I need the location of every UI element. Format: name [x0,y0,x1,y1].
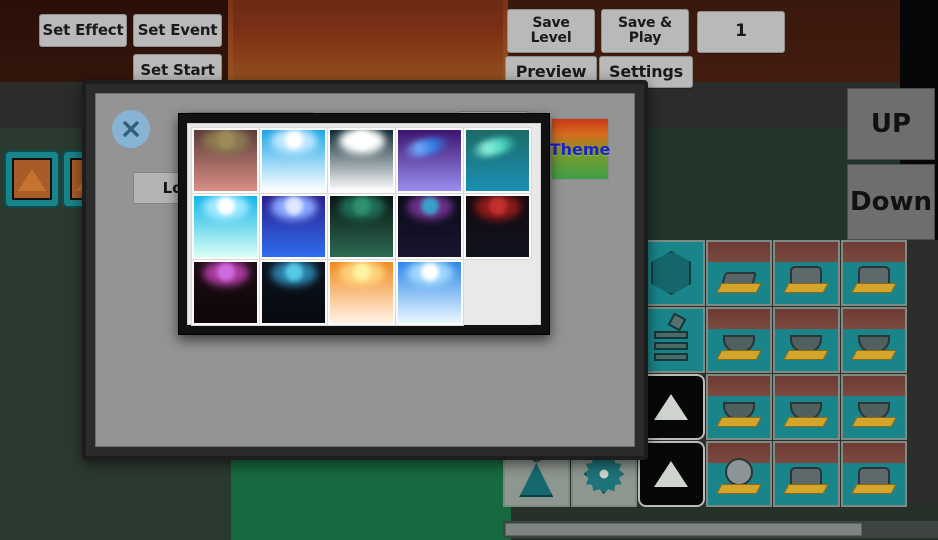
theme-picker-grid [191,127,536,326]
level-number-button[interactable]: 1 [697,11,785,53]
sky-orb-icon [284,130,303,149]
up-arrow-tool-b-icon [640,443,703,505]
theme-thumb-deep-violet-night[interactable] [395,193,464,260]
sky-edge-strip-left [228,0,233,82]
editor-screen: Set Effect Set Event Set Start Save Leve… [0,0,938,540]
tool-rock-scenery-b[interactable] [840,240,907,306]
theme-picker-frame [187,123,541,326]
horizontal-scrollbar-thumb[interactable] [505,523,862,536]
tool-bowl-scenery-d[interactable] [705,374,772,440]
sky-orb-icon [284,262,303,281]
sky-orb-icon [352,196,371,215]
bowl-scenery-f-icon [843,376,906,438]
theme-picker-popup [178,113,550,335]
sky-orb-icon [216,262,235,281]
rock-scenery-d-icon [843,443,906,505]
theme-thumb-white-fog[interactable] [327,127,396,194]
aurora-streak-icon [468,132,519,161]
save-and-play-button[interactable]: Save & Play [601,9,689,53]
theme-thumb-purple-aurora[interactable] [395,127,464,194]
save-level-line2: Level [530,30,572,46]
sky-orb-icon [420,196,439,215]
green-floor [231,455,511,540]
bowl-scenery-c-icon [843,309,906,371]
theme-thumb-orange-sunset[interactable] [327,259,396,326]
aurora-streak-icon [400,132,451,161]
tool-bowl-scenery[interactable] [705,307,772,373]
bowl-scenery-e-icon [775,376,838,438]
tool-rock-scenery[interactable] [773,240,840,306]
theme-thumb-neon-city-magenta[interactable] [191,259,260,326]
save-level-button[interactable]: Save Level [507,9,595,53]
down-button[interactable]: Down [847,164,935,240]
bowl-scenery-b-icon [775,309,838,371]
tool-wheel-scenery[interactable] [705,441,772,507]
rock-scenery-b-icon [843,242,906,304]
level-tile-triangle-1[interactable] [4,150,60,208]
sky-orb-icon [488,196,507,215]
rock-scenery-c-icon [775,443,838,505]
tool-rock-scenery-d[interactable] [840,441,907,507]
set-event-button[interactable]: Set Event [133,14,222,47]
sky-orb-icon [216,196,235,215]
rock-scenery-icon [775,242,838,304]
tile-inner [12,158,52,200]
save-level-line1: Save [532,15,570,32]
save-play-line1: Save & [617,15,673,32]
save-play-line2: Play [628,30,662,46]
tool-wreck-scenery[interactable] [705,240,772,306]
theme-thumb-teal-aurora[interactable] [463,127,532,194]
triangle-icon [18,168,46,191]
plate-stack-tool-icon [640,309,703,371]
theme-button-label: Theme [549,139,611,159]
theme-thumb-empty [464,260,531,325]
sky-orb-icon [352,130,371,149]
sky-orb-icon [420,262,439,281]
tool-bowl-scenery-b[interactable] [773,307,840,373]
theme-thumb-bright-blue-sky[interactable] [259,127,328,194]
theme-thumb-dusty-red-planet[interactable] [191,127,260,194]
theme-thumb-blue-sunrise[interactable] [395,259,464,326]
sky-orb-icon [352,262,371,281]
tool-bowl-scenery-e[interactable] [773,374,840,440]
sky-orb-icon [284,196,303,215]
tool-bowl-scenery-f[interactable] [840,374,907,440]
bowl-scenery-d-icon [708,376,771,438]
theme-thumb-crimson-night[interactable] [463,193,532,260]
tool-rock-scenery-c[interactable] [773,441,840,507]
set-effect-button[interactable]: Set Effect [39,14,127,47]
theme-button[interactable]: Theme [549,118,611,180]
crate-cube-tool-icon [640,242,703,304]
close-icon[interactable] [112,110,150,148]
tool-bowl-scenery-c[interactable] [840,307,907,373]
up-arrow-tool-icon [640,376,703,438]
theme-thumb-dark-green-forest[interactable] [327,193,396,260]
wreck-scenery-icon [708,242,771,304]
theme-thumb-neon-city-blue[interactable] [259,259,328,326]
theme-thumb-cyan-day[interactable] [191,193,260,260]
sky-orb-icon [216,130,235,149]
bowl-scenery-icon [708,309,771,371]
wheel-scenery-icon [708,443,771,505]
theme-thumb-royal-blue-night[interactable] [259,193,328,260]
up-button[interactable]: UP [847,88,935,160]
